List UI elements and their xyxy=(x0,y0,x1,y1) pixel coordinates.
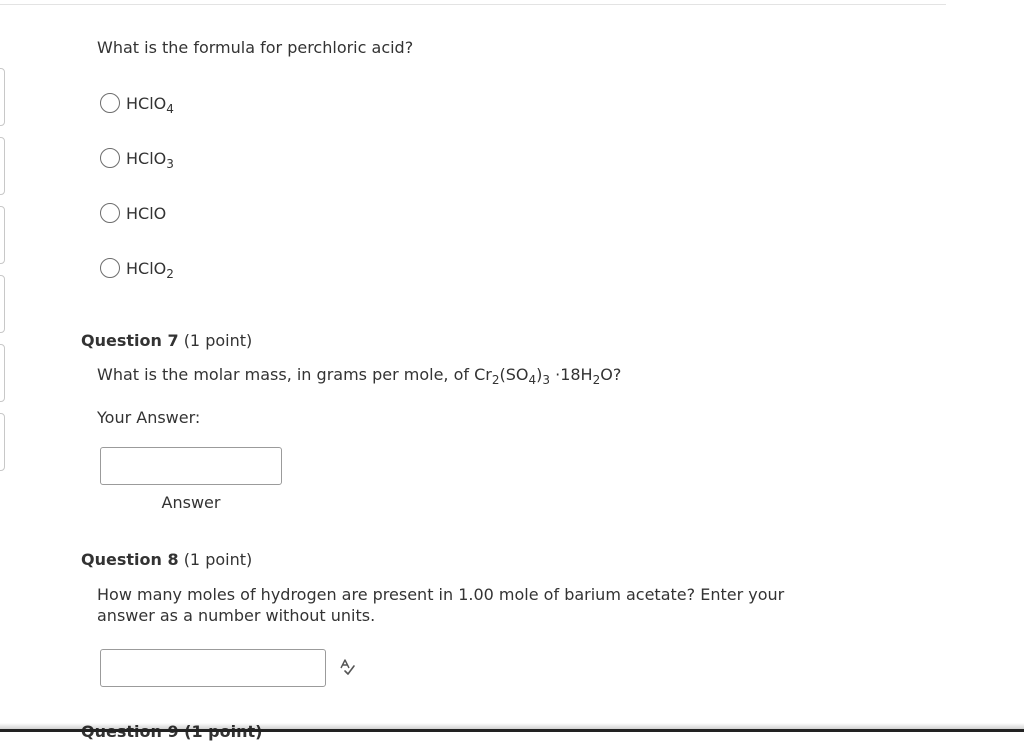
option-hclo2[interactable]: HClO2 xyxy=(100,256,174,280)
question-8-answer-input[interactable] xyxy=(100,649,326,687)
option-label: HClO4 xyxy=(126,93,174,116)
question-number: Question 7 xyxy=(81,331,179,350)
answer-caption: Answer xyxy=(161,493,221,512)
question-7-text: What is the molar mass, in grams per mol… xyxy=(97,365,622,387)
option-hclo4[interactable]: HClO4 xyxy=(100,91,174,115)
nav-tab[interactable] xyxy=(0,206,5,264)
your-answer-label: Your Answer: xyxy=(97,408,201,427)
question-8-heading: Question 8 (1 point) xyxy=(81,550,252,569)
nav-tab[interactable] xyxy=(0,275,5,333)
option-hclo3[interactable]: HClO3 xyxy=(100,146,174,170)
question-7-answer-input[interactable] xyxy=(100,447,282,485)
spellcheck-icon[interactable] xyxy=(338,658,356,676)
nav-tab[interactable] xyxy=(0,137,5,195)
nav-tab[interactable] xyxy=(0,68,5,126)
question-points: (1 point) xyxy=(183,550,253,569)
radio-button[interactable] xyxy=(100,148,120,168)
nav-tab[interactable] xyxy=(0,413,5,471)
radio-button[interactable] xyxy=(100,258,120,278)
top-divider xyxy=(0,4,946,5)
question-6-text: What is the formula for perchloric acid? xyxy=(97,38,414,57)
option-label: HClO xyxy=(126,203,167,223)
question-7-heading: Question 7 (1 point) xyxy=(81,331,252,350)
option-label: HClO2 xyxy=(126,258,174,281)
option-label: HClO3 xyxy=(126,148,174,171)
question-8-text-line1: How many moles of hydrogen are present i… xyxy=(97,585,785,604)
option-hclo[interactable]: HClO xyxy=(100,201,166,225)
question-points: (1 point) xyxy=(183,331,253,350)
nav-tab[interactable] xyxy=(0,344,5,402)
radio-button[interactable] xyxy=(100,93,120,113)
question-8-text-line2: answer as a number without units. xyxy=(97,606,376,625)
question-number: Question 8 xyxy=(81,550,179,569)
radio-button[interactable] xyxy=(100,203,120,223)
